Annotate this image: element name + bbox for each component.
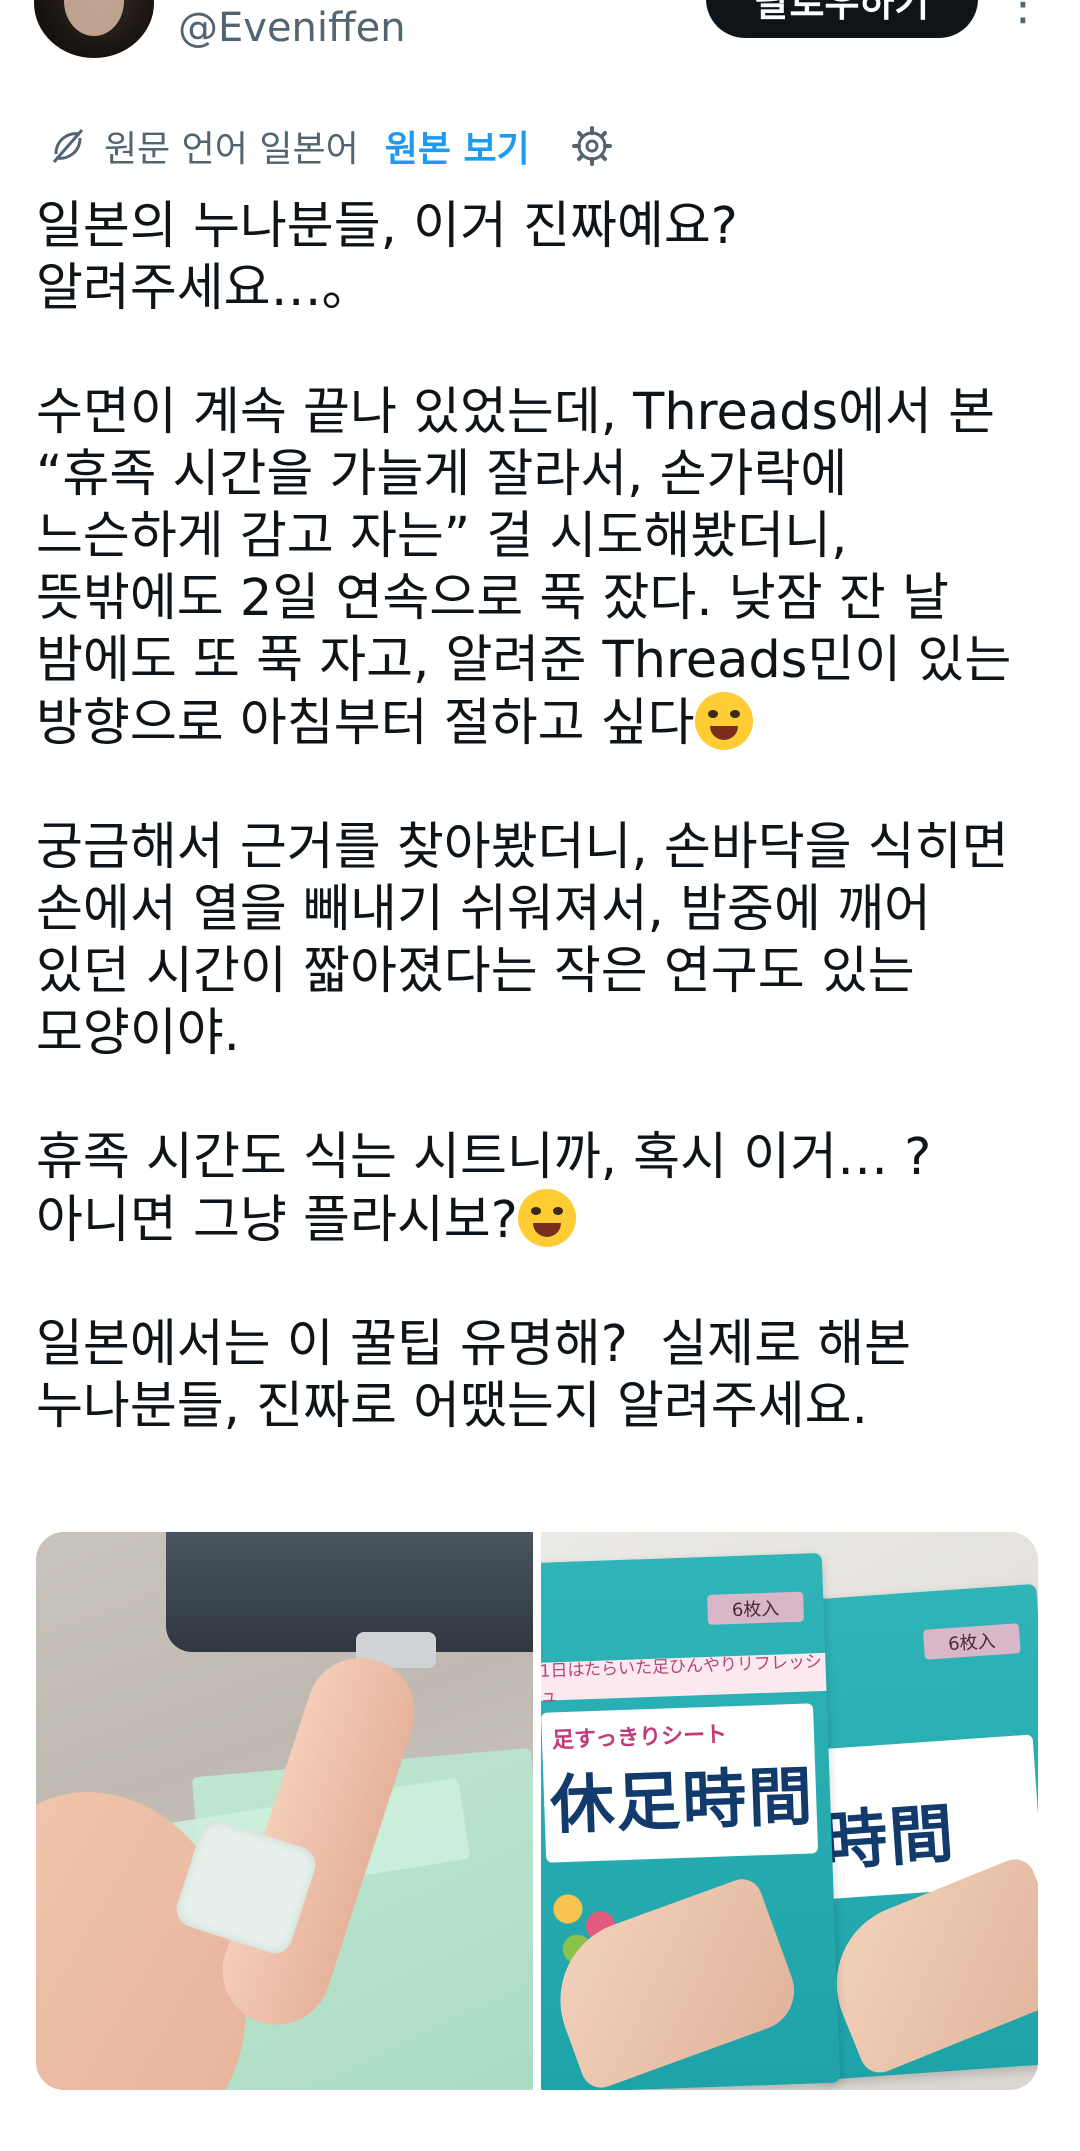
package-band-text: 1日はたらいた足ひんやりリフレッシュ xyxy=(541,1652,827,1707)
crying-face-emoji-icon xyxy=(694,692,753,750)
show-original-link[interactable]: 원본 보기 xyxy=(385,120,530,172)
avatar[interactable] xyxy=(34,0,154,58)
user-handle[interactable]: @Eveniffen xyxy=(178,8,406,48)
follow-button[interactable]: 팔로우하기 xyxy=(706,0,978,38)
translation-bar: 원문 언어 일본어 원본 보기 xyxy=(46,118,614,174)
post-paragraph-1: 일본의 누나분들, 이거 진짜예요? 알려주세요…。 xyxy=(36,197,738,318)
post-paragraph-4: 휴족 시간도 식는 시트니까, 혹시 이거… ? 아니면 그냥 플라시보? xyxy=(36,1128,932,1250)
gear-icon[interactable] xyxy=(570,124,614,168)
post-body: 일본의 누나분들, 이거 진짜예요? 알려주세요…。 수면이 계속 끝나 있었는… xyxy=(36,196,1056,1438)
photo-kyusoku-jikan-package[interactable]: 6枚入 足時間 6枚入 1日はたらいた足ひんやりリフレッシュ 足すっきりシート … xyxy=(541,1532,1038,2090)
package-count-badge: 6枚入 xyxy=(922,1623,1021,1660)
post-paragraph-5: 일본에서는 이 꿀팁 유명해? 실제로 해본 누나분들, 진짜로 어땠는지 알려… xyxy=(36,1315,912,1436)
package-count-badge: 6枚入 xyxy=(707,1591,805,1625)
post-paragraph-3: 궁금해서 근거를 찾아봤더니, 손바닥을 식히면 손에서 열을 빼내기 쉬워져서… xyxy=(36,818,1009,1063)
photo-finger-wrap[interactable] xyxy=(36,1532,533,2090)
more-dots-icon[interactable]: ⋮ xyxy=(1000,0,1046,26)
laughing-tears-emoji-icon xyxy=(517,1189,576,1247)
media-grid: 6枚入 足時間 6枚入 1日はたらいた足ひんやりリフレッシュ 足すっきりシート … xyxy=(36,1532,1038,2090)
package-title: 休足時間 xyxy=(549,1759,816,1844)
source-language-label: 원문 언어 일본어 xyxy=(104,129,359,170)
translate-icon xyxy=(52,129,84,163)
post-paragraph-2: 수면이 계속 끝나 있었는데, Threads에서 본 “휴족 시간을 가늘게 … xyxy=(36,383,1012,753)
